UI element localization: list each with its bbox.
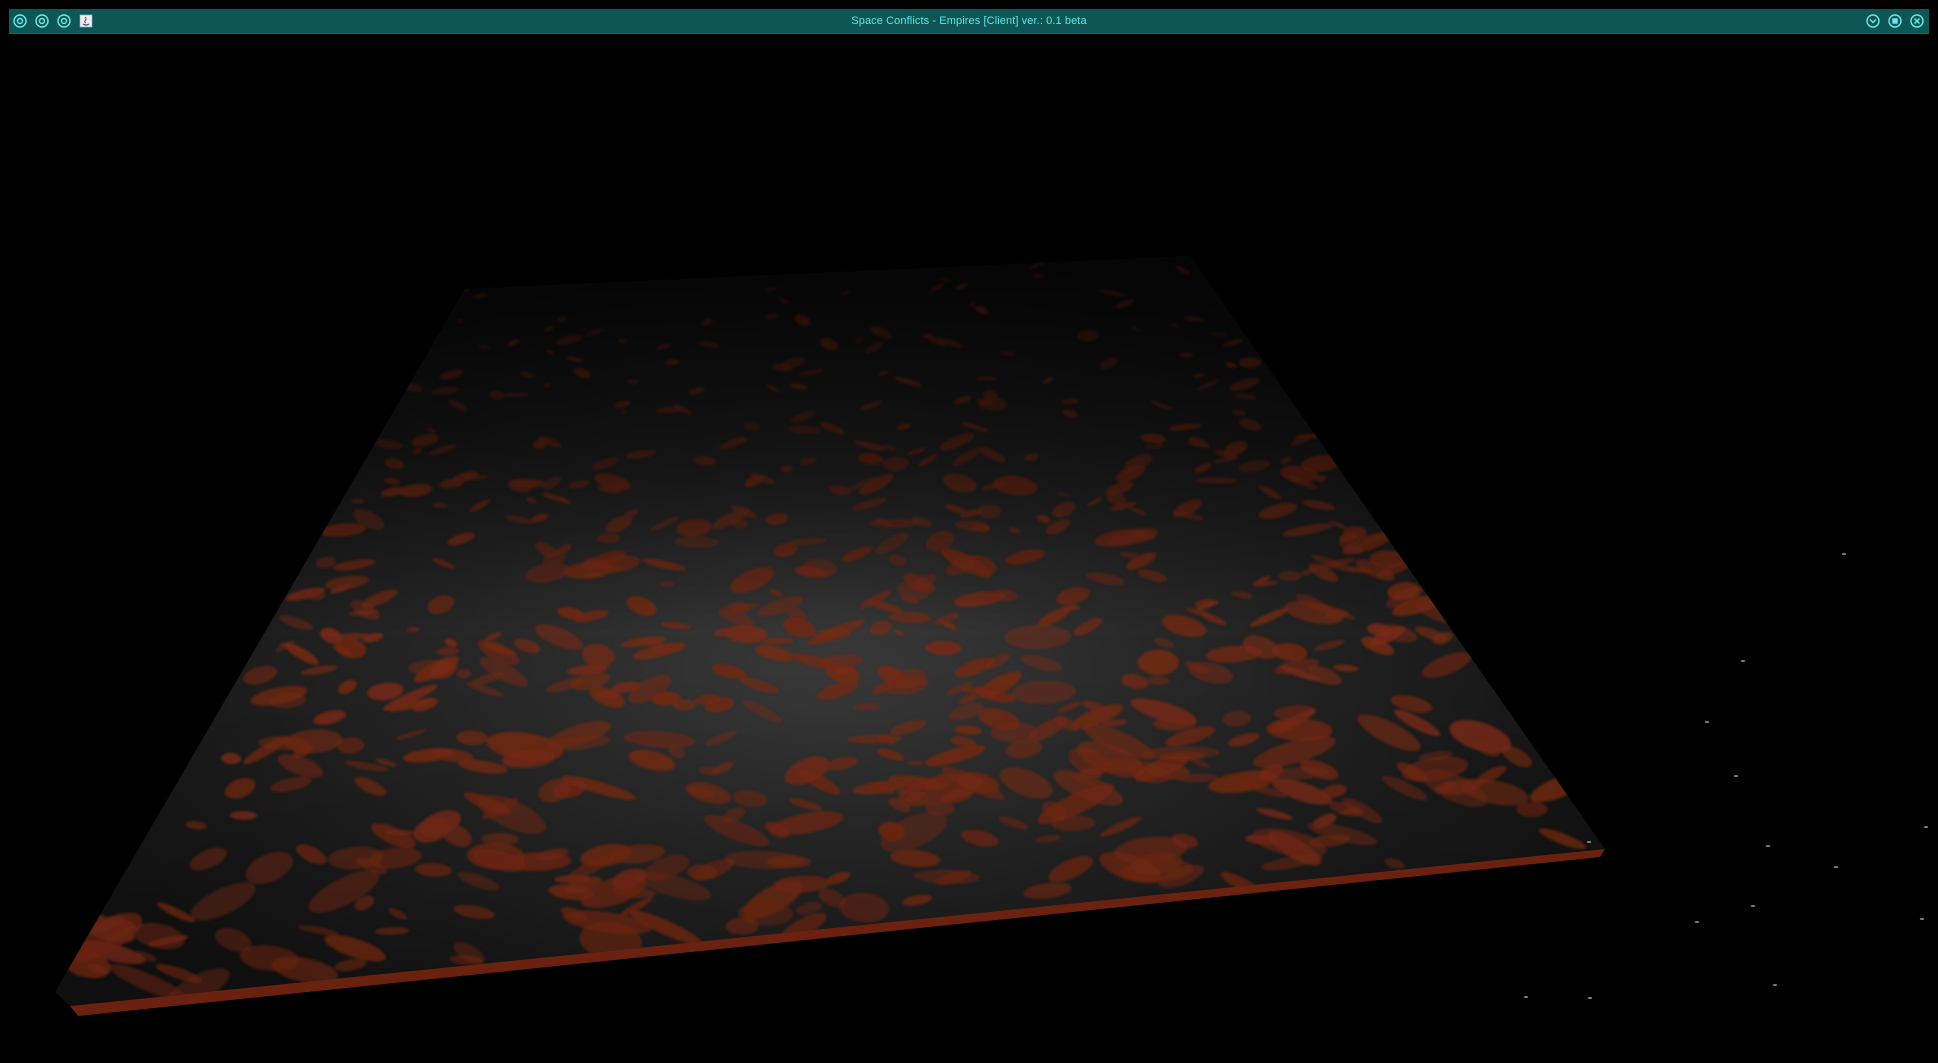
app-icon-button[interactable] xyxy=(79,14,93,28)
window-title: Space Conflicts - Empires [Client] ver.:… xyxy=(851,15,1087,27)
star xyxy=(1586,841,1592,843)
terrain-fog xyxy=(55,256,1605,1006)
minimize-button[interactable] xyxy=(1866,14,1880,28)
star xyxy=(1704,721,1710,723)
star-debris xyxy=(1523,553,1929,999)
x-circle-icon xyxy=(1910,14,1924,28)
terrain-scene[interactable] xyxy=(0,34,1938,1063)
star xyxy=(1923,826,1929,828)
chevron-down-circle-icon xyxy=(1866,14,1880,28)
star xyxy=(1523,996,1529,998)
star xyxy=(1772,984,1778,986)
circle-target-icon xyxy=(35,14,49,28)
game-window: Space Conflicts - Empires [Client] ver.:… xyxy=(0,0,1938,1063)
circle-target-icon xyxy=(57,14,71,28)
java-app-icon xyxy=(79,14,93,28)
star xyxy=(1841,553,1847,555)
terrain-map[interactable] xyxy=(55,256,1605,1017)
system-button-3[interactable] xyxy=(57,14,71,28)
title-bar[interactable]: Space Conflicts - Empires [Client] ver.:… xyxy=(9,9,1929,34)
game-viewport[interactable] xyxy=(0,34,1938,1063)
star xyxy=(1750,905,1756,907)
star xyxy=(1833,866,1839,868)
star xyxy=(1765,845,1771,847)
system-button-1[interactable] xyxy=(13,14,27,28)
star xyxy=(1740,660,1746,662)
star xyxy=(1733,775,1739,777)
star xyxy=(1587,997,1593,999)
square-circle-icon xyxy=(1888,14,1902,28)
star xyxy=(1919,918,1925,920)
circle-target-icon xyxy=(13,14,27,28)
system-button-2[interactable] xyxy=(35,14,49,28)
maximize-button[interactable] xyxy=(1888,14,1902,28)
star xyxy=(1694,921,1700,923)
close-button[interactable] xyxy=(1910,14,1924,28)
